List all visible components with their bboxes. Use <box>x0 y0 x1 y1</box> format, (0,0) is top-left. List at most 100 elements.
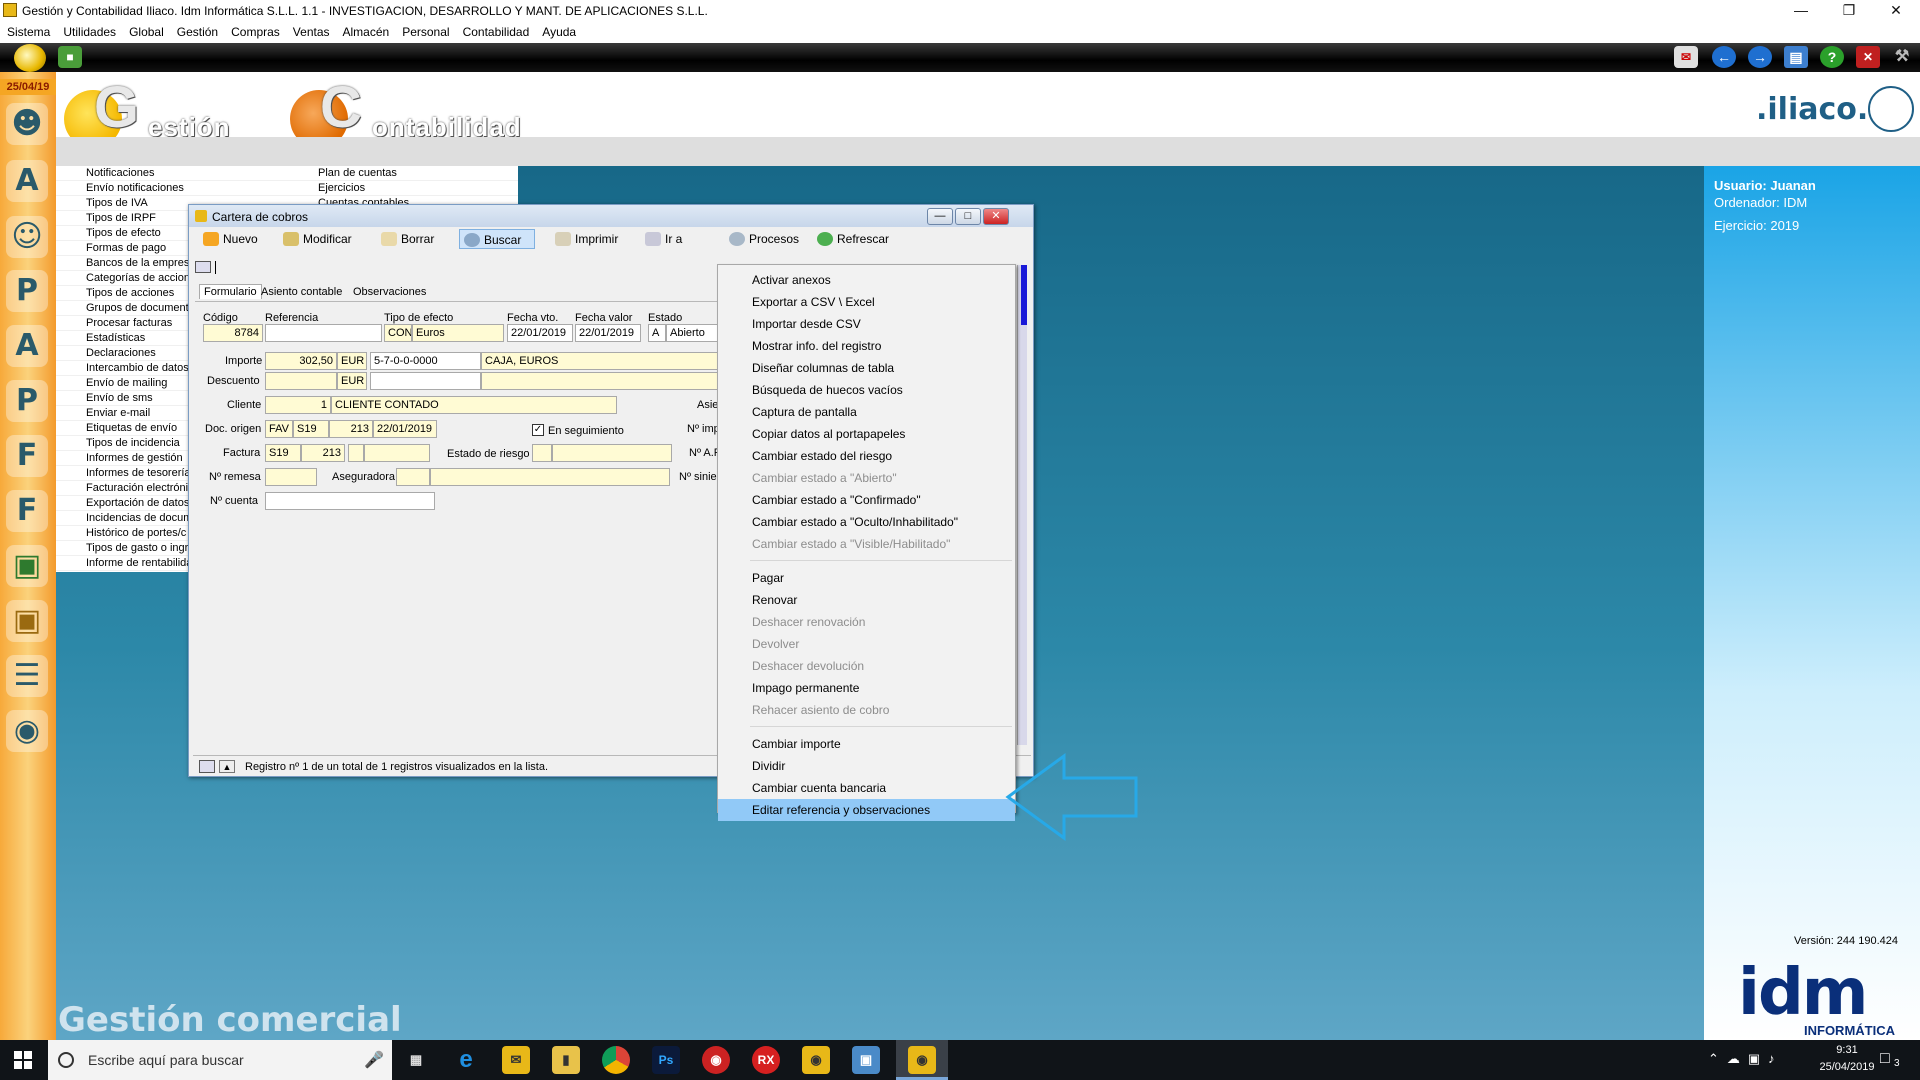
dialog-maximize-button[interactable]: □ <box>955 208 981 225</box>
box-orange-icon[interactable]: ▣ <box>6 600 48 642</box>
chrome-icon[interactable] <box>602 1046 630 1074</box>
microphone-icon[interactable]: 🎤 <box>364 1050 384 1070</box>
record-nav-icon[interactable] <box>195 261 211 273</box>
aseguradora-code-field[interactable] <box>396 468 430 486</box>
minimize-button[interactable]: — <box>1778 0 1824 22</box>
n-cuenta-field[interactable] <box>265 492 435 510</box>
menu-list-item[interactable]: Ejercicios <box>288 181 518 196</box>
context-menu-item[interactable]: Mostrar info. del registro <box>718 335 1015 357</box>
help-icon[interactable]: ? <box>1820 46 1844 68</box>
importe-field[interactable]: 302,50 <box>265 352 337 370</box>
mail-icon[interactable]: ✉ <box>1674 46 1698 68</box>
context-menu-item[interactable]: Pagar <box>718 567 1015 589</box>
referencia-field[interactable] <box>265 324 382 342</box>
fecha-vto-field[interactable]: 22/01/2019 <box>507 324 573 342</box>
n-remesa-field[interactable] <box>265 468 317 486</box>
cuenta-code-field[interactable]: 5-7-0-0-0000 <box>370 352 481 370</box>
edge-icon[interactable]: e <box>452 1046 480 1074</box>
procesos-button[interactable]: Procesos <box>725 229 805 249</box>
tab-asiento-contable[interactable]: Asiento contable <box>261 286 342 298</box>
menu-global[interactable]: Global <box>122 22 170 39</box>
collapse-up-icon[interactable]: ▲ <box>219 760 235 773</box>
estado-code-field[interactable]: A <box>648 324 666 342</box>
rx-app-icon[interactable]: RX <box>752 1046 780 1074</box>
file-explorer-icon[interactable]: ▮ <box>552 1046 580 1074</box>
taskbar-search-box[interactable]: Escribe aquí para buscar 🎤 <box>48 1040 392 1080</box>
context-menu-item[interactable]: Importar desde CSV <box>718 313 1015 335</box>
menu-list-item[interactable]: Notificaciones <box>56 166 288 181</box>
context-menu-item[interactable]: Cambiar importe <box>718 733 1015 755</box>
list-scroll-area[interactable] <box>1017 265 1027 745</box>
menu-ventas[interactable]: Ventas <box>286 22 336 39</box>
person-a-icon[interactable]: A <box>6 325 48 367</box>
estado-riesgo-code-field[interactable] <box>532 444 552 462</box>
en-seguimiento-checkbox[interactable]: ✓ <box>532 424 544 436</box>
menu-personal[interactable]: Personal <box>395 22 455 39</box>
context-menu-item[interactable]: Activar anexos <box>718 269 1015 291</box>
context-menu-item[interactable]: Editar referencia y observaciones <box>718 799 1015 821</box>
ir-a-button[interactable]: Ir a <box>641 229 701 249</box>
dialog-close-button[interactable]: ✕ <box>983 208 1009 225</box>
codigo-field[interactable]: 8784 <box>203 324 263 342</box>
borrar-button[interactable]: Borrar <box>377 229 443 249</box>
red-app-icon[interactable]: ◉ <box>702 1046 730 1074</box>
doc-serie-field[interactable]: S19 <box>293 420 329 438</box>
context-menu-item[interactable]: Cambiar estado a "Oculto/Inhabilitado" <box>718 511 1015 533</box>
windows-icon[interactable]: ▤ <box>1784 46 1808 68</box>
maximize-button[interactable]: ❐ <box>1826 0 1872 22</box>
report-list-icon[interactable]: ☰ <box>6 655 48 697</box>
menu-gestion[interactable]: Gestión <box>170 22 224 39</box>
menu-utilidades[interactable]: Utilidades <box>56 22 122 39</box>
modificar-button[interactable]: Modificar <box>279 229 363 249</box>
fecha-valor-field[interactable]: 22/01/2019 <box>575 324 641 342</box>
factura-serie-field[interactable]: S19 <box>265 444 301 462</box>
document-fc-icon[interactable]: F <box>6 490 48 532</box>
dialog-minimize-button[interactable]: — <box>927 208 953 225</box>
cliente-num-field[interactable]: 1 <box>265 396 331 414</box>
notifications-icon[interactable]: □ <box>1880 1050 1890 1068</box>
box-green-icon[interactable]: ▣ <box>6 545 48 587</box>
windows-start-icon[interactable] <box>14 1051 32 1069</box>
context-menu-item[interactable]: Cambiar estado del riesgo <box>718 445 1015 467</box>
context-menu-item[interactable]: Renovar <box>718 589 1015 611</box>
menu-ayuda[interactable]: Ayuda <box>535 22 582 39</box>
close-app-icon[interactable]: ✕ <box>1856 46 1880 68</box>
context-menu-item[interactable]: Cambiar cuenta bancaria <box>718 777 1015 799</box>
gestion-app-icon[interactable]: ◉ <box>802 1046 830 1074</box>
system-tray-icons[interactable]: ⌃☁▣♪ <box>1708 1051 1783 1067</box>
menu-contabilidad[interactable]: Contabilidad <box>456 22 536 39</box>
disc-icon[interactable]: ◉ <box>6 710 48 752</box>
context-menu-item[interactable]: Cambiar estado a "Confirmado" <box>718 489 1015 511</box>
person-p-icon[interactable]: P <box>6 270 48 312</box>
context-menu-item[interactable]: Diseñar columnas de tabla <box>718 357 1015 379</box>
users-icon[interactable]: ☻ <box>6 103 48 145</box>
nuevo-button[interactable]: Nuevo <box>199 229 267 249</box>
status-nav-icon[interactable] <box>199 760 215 773</box>
forward-arrow-icon[interactable]: → <box>1748 46 1772 68</box>
home-orb-icon[interactable] <box>14 44 46 72</box>
document-p-icon[interactable]: P <box>6 380 48 422</box>
tab-formulario[interactable]: Formulario <box>199 284 262 299</box>
mail-app-icon[interactable]: ✉ <box>502 1046 530 1074</box>
person-icon[interactable]: ☺ <box>6 216 48 258</box>
context-menu-item[interactable]: Dividir <box>718 755 1015 777</box>
factura-num-field[interactable]: 213 <box>301 444 345 462</box>
context-menu-item[interactable]: Impago permanente <box>718 677 1015 699</box>
menu-list-item[interactable]: Envío notificaciones <box>56 181 288 196</box>
active-app-slot[interactable]: ◉ <box>896 1040 948 1080</box>
remote-desktop-icon[interactable]: ▣ <box>852 1046 880 1074</box>
context-menu-item[interactable]: Captura de pantalla <box>718 401 1015 423</box>
buscar-button[interactable]: Buscar <box>459 229 535 249</box>
menu-compras[interactable]: Compras <box>224 22 286 39</box>
package-icon[interactable]: ■ <box>58 46 82 68</box>
tools-icon[interactable]: ⚒ <box>1890 46 1914 68</box>
back-arrow-icon[interactable]: ← <box>1712 46 1736 68</box>
context-menu-item[interactable]: Exportar a CSV \ Excel <box>718 291 1015 313</box>
descuento-field[interactable] <box>265 372 337 390</box>
descuento-cuenta-code-field[interactable] <box>370 372 481 390</box>
refrescar-button[interactable]: Refrescar <box>813 229 899 249</box>
menu-sistema[interactable]: Sistema <box>0 22 56 39</box>
photoshop-icon[interactable]: Ps <box>652 1046 680 1074</box>
tab-observaciones[interactable]: Observaciones <box>353 286 426 298</box>
menu-almacen[interactable]: Almacén <box>336 22 396 39</box>
